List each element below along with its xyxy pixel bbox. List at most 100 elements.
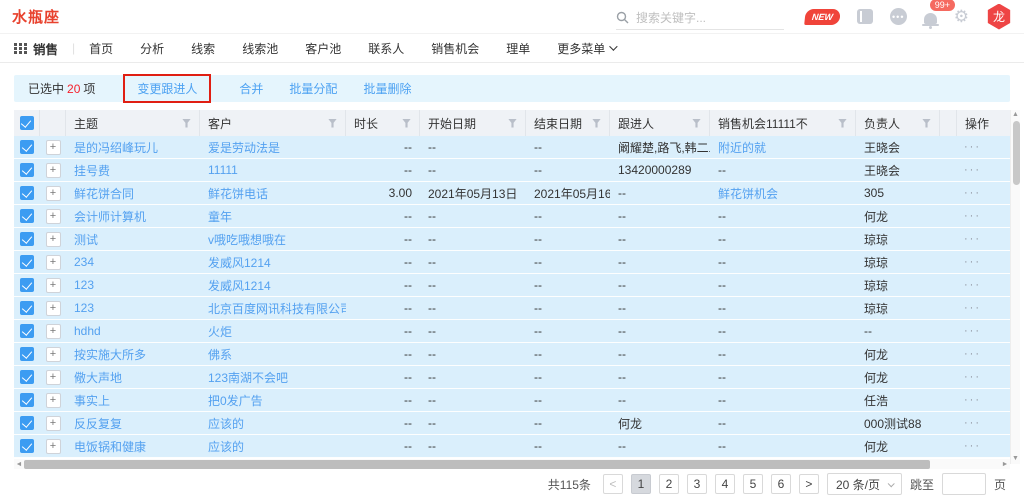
cell-value-link[interactable]: 爱是劳动法是 [208, 139, 280, 156]
nav-tab-线索[interactable]: 线索 [191, 40, 215, 57]
row-actions-icon[interactable]: ··· [964, 187, 981, 199]
expand-plus-icon[interactable]: + [46, 278, 61, 293]
row-actions-icon[interactable]: ··· [964, 279, 981, 291]
settings-gear-icon[interactable]: ⚙ [954, 8, 969, 25]
cell-value-link[interactable]: 应该的 [208, 438, 244, 455]
row-checkbox[interactable] [20, 278, 34, 292]
nav-tab-线索池[interactable]: 线索池 [242, 40, 278, 57]
row-actions-icon[interactable]: ··· [964, 141, 981, 153]
page-button-3[interactable]: 3 [687, 474, 707, 494]
page-button-2[interactable]: 2 [659, 474, 679, 494]
horizontal-scrollbar[interactable]: ◄ ► [14, 459, 1010, 469]
filter-funnel-icon[interactable] [692, 119, 701, 128]
jump-to-page-input[interactable] [942, 473, 986, 495]
row-checkbox[interactable] [20, 416, 34, 430]
cell-value-link[interactable]: 事实上 [74, 392, 110, 409]
horizontal-scrollbar-thumb[interactable] [24, 460, 930, 469]
expand-plus-icon[interactable]: + [46, 186, 61, 201]
page-button-4[interactable]: 4 [715, 474, 735, 494]
expand-plus-icon[interactable]: + [46, 301, 61, 316]
page-size-select[interactable]: 20 条/页 [827, 473, 902, 495]
page-button-1[interactable]: 1 [631, 474, 651, 494]
select-all-checkbox[interactable] [20, 116, 34, 130]
cell-value-link[interactable]: hdhd [74, 324, 101, 338]
row-actions-icon[interactable]: ··· [964, 325, 981, 337]
expand-plus-icon[interactable]: + [46, 232, 61, 247]
cell-value-link[interactable]: 鲜花饼电话 [208, 185, 268, 202]
row-checkbox[interactable] [20, 209, 34, 223]
scroll-left-icon[interactable]: ◄ [14, 461, 24, 468]
expand-plus-icon[interactable]: + [46, 324, 61, 339]
row-actions-icon[interactable]: ··· [964, 210, 981, 222]
notebook-icon[interactable] [857, 9, 873, 24]
cell-value-link[interactable]: 123 [74, 278, 94, 292]
expand-plus-icon[interactable]: + [46, 393, 61, 408]
cell-value-link[interactable]: 发威风1214 [208, 254, 271, 271]
scroll-up-icon[interactable]: ▲ [1011, 110, 1020, 120]
filter-funnel-icon[interactable] [838, 119, 847, 128]
cell-value-link[interactable]: 测试 [74, 231, 98, 248]
vertical-scrollbar[interactable]: ▲ ▼ [1010, 110, 1020, 464]
filter-funnel-icon[interactable] [402, 119, 411, 128]
row-checkbox[interactable] [20, 140, 34, 154]
user-avatar[interactable]: 龙 [986, 4, 1012, 30]
row-actions-icon[interactable]: ··· [964, 371, 981, 383]
cell-value-link[interactable]: 鲜花饼合同 [74, 185, 134, 202]
cell-value-link[interactable]: 按实施大所多 [74, 346, 146, 363]
cell-value-link[interactable]: 童年 [208, 208, 232, 225]
row-checkbox[interactable] [20, 163, 34, 177]
cell-value-link[interactable]: 是的冯绍峰玩儿 [74, 139, 158, 156]
nav-tab-分析[interactable]: 分析 [140, 40, 164, 57]
expand-plus-icon[interactable]: + [46, 209, 61, 224]
cell-value-link[interactable]: 火炬 [208, 323, 232, 340]
expand-plus-icon[interactable]: + [46, 370, 61, 385]
vertical-scrollbar-thumb[interactable] [1013, 121, 1020, 185]
expand-plus-icon[interactable]: + [46, 255, 61, 270]
nav-tab-首页[interactable]: 首页 [89, 40, 113, 57]
next-page-button[interactable]: > [799, 474, 819, 494]
filter-funnel-icon[interactable] [508, 119, 517, 128]
message-icon[interactable]: ••• [890, 8, 907, 25]
row-checkbox[interactable] [20, 439, 34, 453]
row-actions-icon[interactable]: ··· [964, 164, 981, 176]
cell-value-link[interactable]: 北京百度网讯科技有限公司 [208, 300, 346, 317]
expand-plus-icon[interactable]: + [46, 140, 61, 155]
row-checkbox[interactable] [20, 370, 34, 384]
filter-funnel-icon[interactable] [592, 119, 601, 128]
nav-tab-理单[interactable]: 理单 [506, 40, 530, 57]
cell-value-link[interactable]: 应该的 [208, 415, 244, 432]
cell-value-link[interactable]: 11111 [208, 163, 238, 177]
cell-value-link[interactable]: 123 [74, 301, 94, 315]
cell-value-link[interactable]: 鲜花饼机会 [718, 185, 778, 202]
scroll-down-icon[interactable]: ▼ [1011, 454, 1020, 464]
prev-page-button[interactable]: < [603, 474, 623, 494]
nav-tab-联系人[interactable]: 联系人 [368, 40, 404, 57]
nav-tab-客户池[interactable]: 客户池 [305, 40, 341, 57]
bulk-delete-button[interactable]: 批量删除 [363, 80, 411, 97]
cell-value-link[interactable]: 儆大声地 [74, 369, 122, 386]
cell-value-link[interactable]: 234 [74, 255, 94, 269]
notification-bell-icon[interactable]: 99+ [924, 9, 937, 24]
cell-value-link[interactable]: 电饭锅和健康 [74, 438, 146, 455]
row-checkbox[interactable] [20, 393, 34, 407]
cell-value-link[interactable]: 附近的就 [718, 139, 766, 156]
filter-funnel-icon[interactable] [182, 119, 191, 128]
page-button-5[interactable]: 5 [743, 474, 763, 494]
expand-plus-icon[interactable]: + [46, 416, 61, 431]
cell-value-link[interactable]: 会计师计算机 [74, 208, 146, 225]
row-actions-icon[interactable]: ··· [964, 302, 981, 314]
row-checkbox[interactable] [20, 301, 34, 315]
row-actions-icon[interactable]: ··· [964, 348, 981, 360]
row-actions-icon[interactable]: ··· [964, 256, 981, 268]
row-actions-icon[interactable]: ··· [964, 440, 981, 452]
scroll-right-icon[interactable]: ► [1000, 461, 1010, 468]
cell-value-link[interactable]: 佛系 [208, 346, 232, 363]
cell-value-link[interactable]: v哦吃哦想哦在 [208, 231, 286, 248]
nav-tab-销售机会[interactable]: 销售机会 [431, 40, 479, 57]
row-checkbox[interactable] [20, 186, 34, 200]
row-actions-icon[interactable]: ··· [964, 394, 981, 406]
row-checkbox[interactable] [20, 232, 34, 246]
more-menu[interactable]: 更多菜单 [557, 40, 615, 57]
row-checkbox[interactable] [20, 255, 34, 269]
page-button-6[interactable]: 6 [771, 474, 791, 494]
